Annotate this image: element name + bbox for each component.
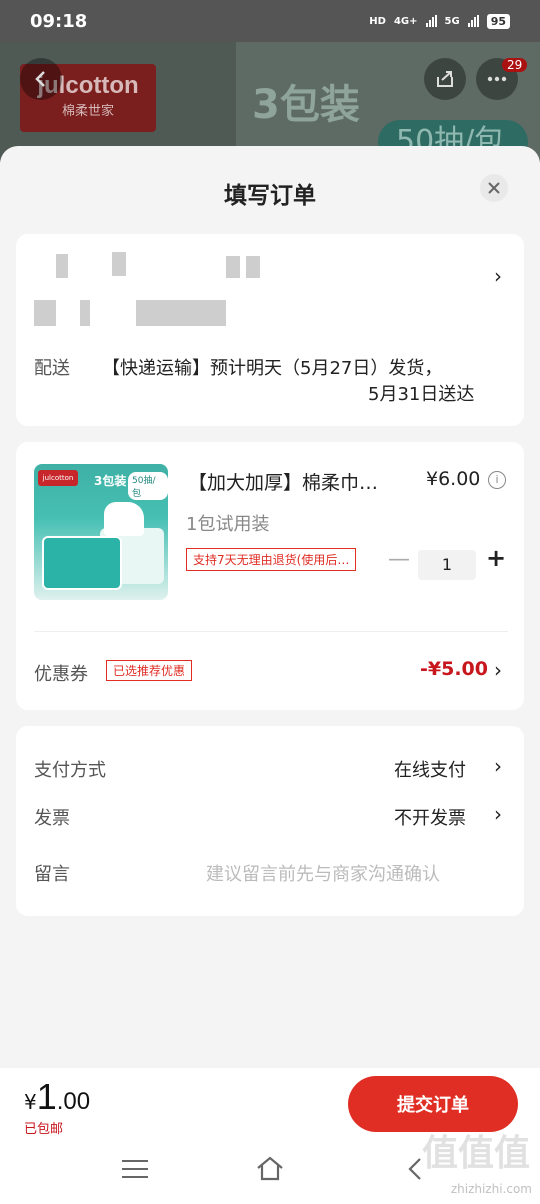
signal-icon xyxy=(425,15,437,27)
product-banner-background: julcotton 棉柔世家 3包装 50抽/包 xyxy=(0,42,540,162)
shipping-label: 已包邮 xyxy=(24,1122,64,1137)
redacted-text xyxy=(80,300,90,326)
battery-indicator: 95 xyxy=(486,13,510,29)
more-icon xyxy=(487,76,507,82)
nav-menu-icon[interactable] xyxy=(122,1160,148,1184)
order-total: ¥1.00 xyxy=(24,1076,91,1117)
message-label: 留言 xyxy=(34,864,70,885)
redacted-text xyxy=(136,300,226,326)
chevron-left-icon xyxy=(35,71,45,87)
quantity-decrease-button[interactable]: — xyxy=(388,547,410,572)
product-title[interactable]: 【加大加厚】棉柔巾… xyxy=(188,468,378,495)
close-icon xyxy=(488,182,500,194)
invoice-label: 发票 xyxy=(34,808,70,829)
nav-home-icon[interactable] xyxy=(255,1156,285,1186)
coupon-value[interactable]: -¥5.00 xyxy=(420,658,488,680)
chevron-right-icon[interactable]: › xyxy=(494,754,502,778)
redacted-text xyxy=(34,300,56,326)
redacted-text xyxy=(226,256,240,278)
return-policy-tag: 支持7天无理由退货(使用后… xyxy=(186,548,357,571)
invoice-value[interactable]: 不开发票 xyxy=(394,804,466,830)
delivery-line2: 5月31日送达 xyxy=(368,384,475,405)
coupon-label: 优惠券 xyxy=(34,664,88,685)
share-icon xyxy=(437,71,453,87)
payment-method-value[interactable]: 在线支付 xyxy=(394,756,466,782)
order-sheet: 填写订单 › 配送 【快递运输】预计明天（5月27日）发货， 5月31日送达 j… xyxy=(0,146,540,1068)
share-button[interactable] xyxy=(424,58,466,100)
chevron-right-icon[interactable]: › xyxy=(494,802,502,826)
notification-badge: 29 xyxy=(502,58,528,72)
delivery-line1: 【快递运输】预计明天（5月27日）发货， xyxy=(102,358,443,379)
back-button[interactable] xyxy=(20,58,62,100)
status-icons: HD 4G+ 5G 95 xyxy=(369,13,510,29)
sheet-title: 填写订单 xyxy=(224,183,316,209)
signal2-icon xyxy=(467,15,479,27)
payment-card: 支付方式 在线支付 › 发票 不开发票 › 留言 建议留言前先与商家沟通确认 xyxy=(16,726,524,916)
quantity-value[interactable]: 1 xyxy=(418,550,476,580)
product-spec: 1包试用装 xyxy=(186,514,270,535)
address-card[interactable]: › 配送 【快递运输】预计明天（5月27日）发货， 5月31日送达 xyxy=(16,234,524,426)
watermark: zhizhizhi.com xyxy=(450,1182,532,1196)
redacted-text xyxy=(112,252,126,276)
banner-headline: 3包装 xyxy=(252,82,360,128)
divider xyxy=(34,631,508,632)
close-button[interactable] xyxy=(480,174,508,202)
quantity-increase-button[interactable]: + xyxy=(486,544,506,572)
product-thumbnail[interactable]: julcotton 3包装 50抽/包 xyxy=(34,464,168,600)
info-icon[interactable]: i xyxy=(488,471,506,489)
redacted-text xyxy=(246,256,260,278)
product-card: julcotton 3包装 50抽/包 【加大加厚】棉柔巾… ¥6.00 i 1… xyxy=(16,442,524,710)
chevron-right-icon[interactable]: › xyxy=(494,658,502,682)
network2-label: 5G xyxy=(444,15,460,27)
message-input[interactable]: 建议留言前先与商家沟通确认 xyxy=(206,860,440,886)
watermark-logo: 值值值 xyxy=(421,1133,530,1174)
network-label: 4G+ xyxy=(393,15,418,27)
status-time: 09:18 xyxy=(30,10,88,32)
coupon-tag: 已选推荐优惠 xyxy=(106,660,193,681)
payment-method-label: 支付方式 xyxy=(34,760,106,781)
chevron-right-icon: › xyxy=(494,264,502,288)
delivery-label: 配送 xyxy=(34,358,70,379)
product-price: ¥6.00 xyxy=(426,468,481,490)
redacted-text xyxy=(56,254,68,278)
hd-icon: HD xyxy=(369,15,386,27)
status-bar: 09:18 HD 4G+ 5G 95 xyxy=(0,0,540,42)
